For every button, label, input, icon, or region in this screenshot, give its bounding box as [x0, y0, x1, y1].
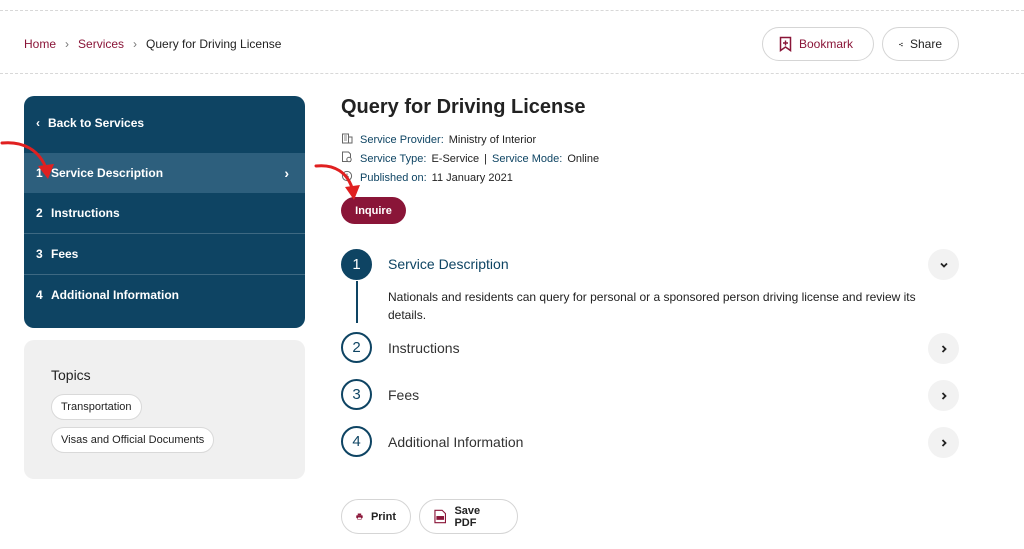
- topics-title: Topics: [51, 367, 91, 383]
- print-button[interactable]: Print: [341, 499, 411, 534]
- service-mode-value: Online: [567, 152, 600, 165]
- chevron-right-icon: ›: [284, 165, 289, 181]
- expand-step-button[interactable]: [928, 427, 959, 458]
- back-to-services-link[interactable]: ‹ Back to Services: [36, 116, 144, 130]
- annotation-arrow-icon: [314, 164, 360, 200]
- step-title-fees[interactable]: Fees: [388, 387, 419, 403]
- service-provider-label: Service Provider:: [360, 133, 444, 146]
- breadcrumb-separator-icon: ›: [65, 37, 70, 51]
- sidebar-item-instructions[interactable]: 2 Instructions: [24, 193, 305, 233]
- breadcrumb-current: Query for Driving License: [146, 37, 282, 51]
- breadcrumb-home[interactable]: Home: [24, 37, 56, 51]
- print-label: Print: [370, 510, 396, 523]
- chevron-down-icon: [939, 262, 948, 268]
- back-to-services-label: Back to Services: [48, 116, 145, 130]
- chevron-right-icon: [941, 391, 947, 400]
- step-title-instructions[interactable]: Instructions: [388, 340, 460, 356]
- step-number-badge: 3: [341, 379, 372, 410]
- bookmark-icon: [779, 36, 792, 52]
- bookmark-button[interactable]: Bookmark: [762, 27, 874, 61]
- bookmark-label: Bookmark: [799, 37, 854, 51]
- building-icon: [341, 132, 355, 147]
- service-mode-label: Service Mode:: [492, 152, 563, 165]
- sidebar-item-label: Additional Information: [51, 287, 179, 302]
- sidebar-item-number: 4: [36, 287, 43, 302]
- breadcrumb-separator-icon: ›: [133, 37, 138, 51]
- service-provider-value: Ministry of Interior: [448, 133, 537, 146]
- annotation-arrow-icon: [0, 141, 54, 179]
- share-button[interactable]: Share: [882, 27, 959, 61]
- topics-panel: Topics Transportation Visas and Official…: [24, 340, 305, 479]
- service-provider-row: Service Provider: Ministry of Interior: [341, 132, 536, 147]
- page-header: Home › Services › Query for Driving Lice…: [0, 11, 1024, 74]
- step-title-service-description[interactable]: Service Description: [388, 256, 509, 272]
- chevron-right-icon: [941, 438, 947, 447]
- chevron-right-icon: [941, 344, 947, 353]
- collapse-step-button[interactable]: [928, 249, 959, 280]
- step-title-additional-information[interactable]: Additional Information: [388, 434, 523, 450]
- service-type-row: Service Type: E-Service | Service Mode: …: [341, 151, 599, 166]
- share-icon: [899, 42, 903, 46]
- breadcrumb: Home › Services › Query for Driving Lice…: [24, 37, 281, 51]
- pdf-file-icon: [434, 509, 447, 524]
- sidebar-item-number: 3: [36, 246, 43, 261]
- service-type-value: E-Service: [431, 152, 480, 165]
- printer-icon: [356, 513, 363, 520]
- expand-step-button[interactable]: [928, 333, 959, 364]
- sidebar-item-fees[interactable]: 3 Fees: [24, 233, 305, 273]
- topic-tag[interactable]: Visas and Official Documents: [51, 427, 215, 453]
- step-description-text: Nationals and residents can query for pe…: [388, 290, 916, 322]
- step-connector-line: [356, 281, 358, 323]
- topic-tag[interactable]: Transportation: [51, 394, 142, 420]
- sidebar-item-label: Instructions: [51, 206, 120, 220]
- save-pdf-button[interactable]: Save PDF: [419, 499, 518, 534]
- step-number-badge: 1: [341, 249, 372, 280]
- expand-step-button[interactable]: [928, 380, 959, 411]
- save-pdf-label: Save PDF: [454, 504, 481, 529]
- step-number-badge: 2: [341, 332, 372, 363]
- sidebar-item-label: Fees: [51, 246, 79, 261]
- service-sidebar-nav: ‹ Back to Services 1 Service Description…: [24, 96, 305, 328]
- meta-separator: |: [484, 152, 487, 165]
- sidebar-item-additional-information[interactable]: 4 Additional Information: [24, 274, 305, 314]
- page-title: Query for Driving License: [341, 96, 586, 118]
- published-value: 11 January 2021: [431, 171, 513, 184]
- chevron-left-icon: ‹: [36, 116, 40, 130]
- share-label: Share: [909, 37, 942, 51]
- sidebar-item-number: 2: [36, 206, 43, 220]
- step-number-badge: 4: [341, 426, 372, 457]
- breadcrumb-services[interactable]: Services: [78, 37, 124, 51]
